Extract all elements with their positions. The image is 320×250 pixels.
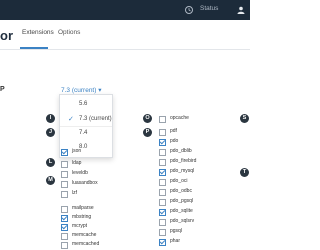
- group-letter-p: P: [143, 128, 152, 137]
- group-letter-s: S: [240, 114, 249, 123]
- php-version-select[interactable]: 7.3 (current) ▾: [61, 86, 101, 94]
- version-row-label: P: [0, 86, 5, 93]
- tab-extensions[interactable]: Extensions: [22, 29, 54, 36]
- group-letter-t: T: [240, 168, 249, 177]
- tabs-divider: [0, 49, 250, 50]
- top-bar: Status: [0, 0, 250, 20]
- group-letter-j: J: [46, 128, 55, 137]
- group-letter-m: M: [46, 176, 55, 185]
- dropdown-option[interactable]: 5.6: [79, 101, 87, 107]
- tab-options[interactable]: Options: [58, 29, 80, 36]
- group-letter-l: L: [46, 158, 55, 167]
- group-letter-i: I: [46, 114, 55, 123]
- checkmark-icon: ✓: [68, 116, 74, 123]
- group-letter-o: O: [143, 114, 152, 123]
- user-icon[interactable]: [237, 6, 245, 14]
- page-title: or: [0, 28, 13, 43]
- clock-icon[interactable]: [184, 5, 194, 15]
- dropdown-option[interactable]: 7.4: [79, 130, 87, 136]
- dropdown-divider: [60, 126, 112, 127]
- status-link[interactable]: Status: [200, 5, 218, 12]
- dropdown-option-selected[interactable]: 7.3 (current): [79, 116, 112, 122]
